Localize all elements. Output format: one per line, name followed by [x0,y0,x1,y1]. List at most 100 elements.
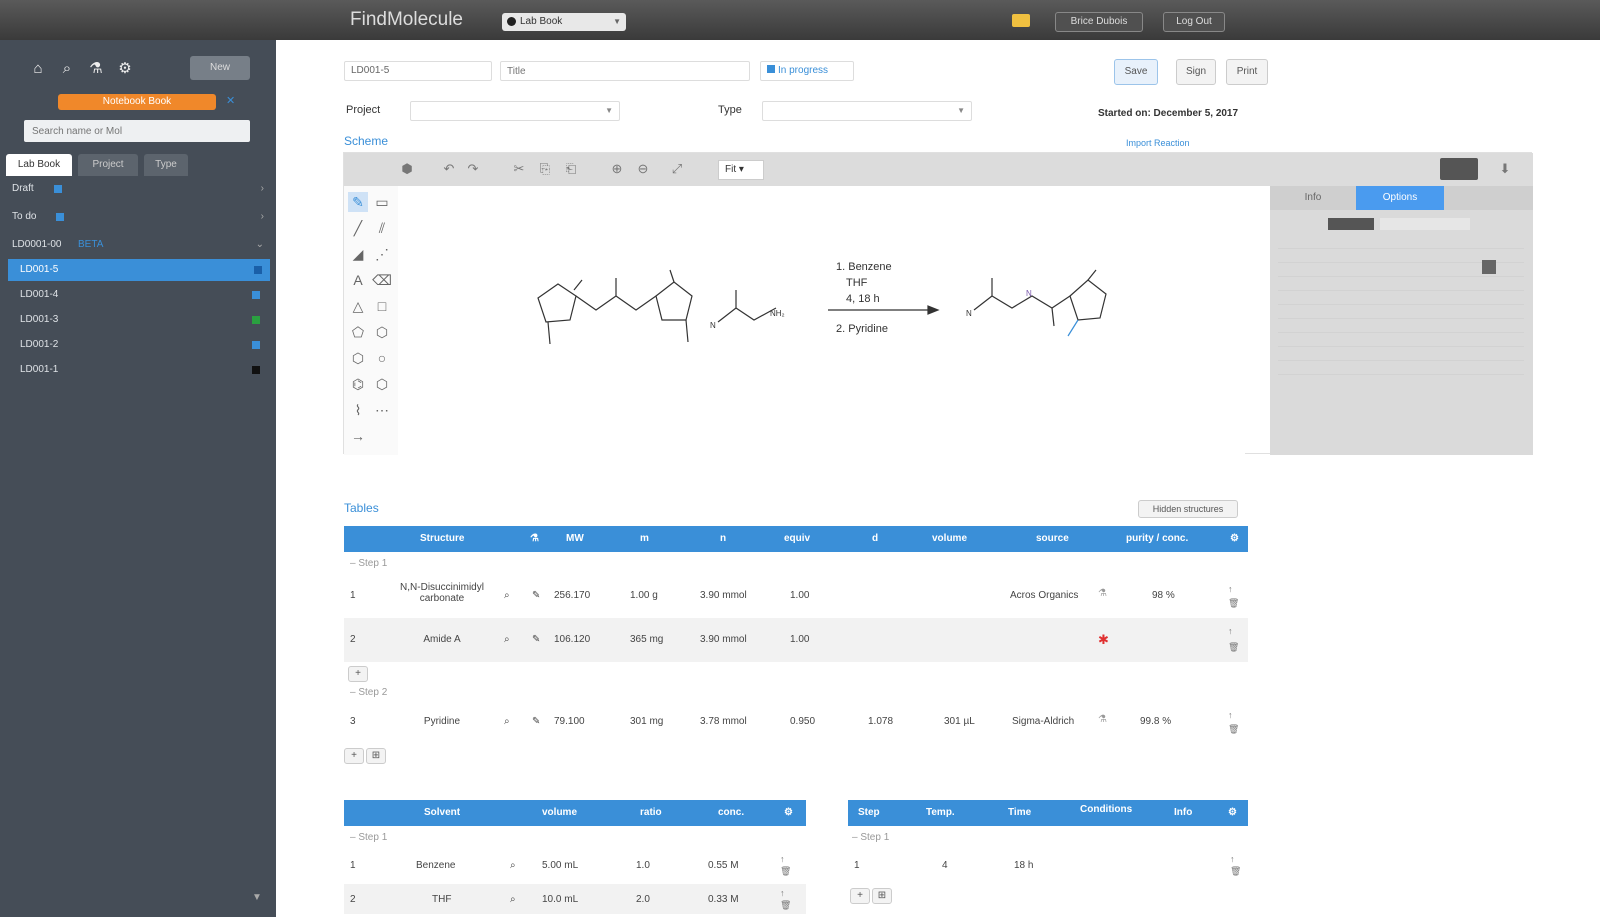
cyclohexane-ring-icon[interactable]: ⬡ [372,374,392,394]
row-up-icon[interactable]: ↑ [780,854,785,864]
row-up-icon[interactable]: ↑ [1228,584,1233,594]
add-row-button[interactable]: + [344,748,364,764]
pentagon-ring-icon[interactable]: ⬠ [348,322,368,342]
reagent-equiv[interactable]: 0.950 [790,716,815,727]
edit-icon[interactable]: ✎ [532,590,540,601]
tab-options[interactable]: Options [1356,186,1444,210]
sidebar-item-ld001-4[interactable]: LD001-4 [0,284,276,306]
table-row[interactable]: 3 Pyridine ⌕ ✎ 79.100 301 mg 3.78 mmol 0… [344,704,1248,740]
row-up-icon[interactable]: ↑ [1230,854,1235,864]
redo-icon[interactable]: ↷ [464,160,482,178]
edit-icon[interactable]: ✎ [532,634,540,645]
reagent-equiv[interactable]: 1.00 [790,590,809,601]
logout-button[interactable]: Log Out [1163,12,1225,32]
reagent-mw[interactable]: 106.120 [554,634,590,645]
undo-icon[interactable]: ↶ [440,160,458,178]
pencil-icon[interactable]: ✎ [348,192,368,212]
reagent-name[interactable]: Amide A [384,634,500,645]
project-select[interactable]: ▼ [410,101,620,121]
table-row[interactable]: 2 THF ⌕ 10.0 mL 2.0 0.33 M ↑ 🗑 [344,884,806,914]
eraser-icon[interactable]: ⌫ [372,270,392,290]
import-reaction-link[interactable]: Import Reaction [1126,138,1190,148]
hidden-structures-toggle[interactable]: Hidden structures [1138,500,1238,518]
octagon-ring-icon[interactable]: ○ [372,348,392,368]
delete-icon[interactable]: 🗑 [1228,724,1239,735]
solvent-name[interactable]: Benzene [416,860,455,871]
reagent-mass[interactable]: 1.00 g [630,590,658,601]
add-group-button[interactable]: ⊞ [366,748,386,764]
solvent-name[interactable]: THF [432,894,451,905]
reagent-moles[interactable]: 3.90 mmol [700,634,747,645]
template-icon[interactable]: ⋯ [372,400,392,420]
chain-icon[interactable]: ⌇ [348,400,368,420]
type-select[interactable]: ▼ [762,101,972,121]
gear-icon[interactable]: ⚙ [116,60,134,78]
close-icon[interactable]: ✕ [226,94,235,107]
bond-single-icon[interactable]: ╱ [348,218,368,238]
zoom-fit-icon[interactable]: ⤢ [664,160,690,178]
arrow-tool-icon[interactable]: → [348,426,368,446]
download-icon[interactable]: ⬇ [1496,160,1514,178]
print-button[interactable]: Print [1226,59,1268,85]
flask-icon[interactable]: ⚗ [1098,714,1107,725]
reagent-source[interactable]: Sigma-Aldrich [1012,716,1074,727]
square-ring-icon[interactable]: □ [372,296,392,316]
warning-icon[interactable]: ✱ [1098,632,1109,648]
search-icon[interactable]: ⌕ [504,716,510,727]
bond-hash-icon[interactable]: ⋰ [372,244,392,264]
edit-icon[interactable]: ✎ [532,716,540,727]
tab-project[interactable]: Project [78,154,138,176]
sidebar-item-todo[interactable]: To do › [0,206,276,228]
sidebar-item-folder[interactable]: LD0001-00 BETA ⌄ [0,234,276,256]
reagent-moles[interactable]: 3.78 mmol [700,716,747,727]
flask-icon[interactable]: ⚗ [1098,588,1107,599]
sketcher-canvas[interactable]: NH₂ N N N 1. Benzene THF 4, 18 h 2. Pyri… [398,186,1245,455]
reagent-name[interactable]: N,N-Disuccinimidyl carbonate [384,582,500,604]
sidebar-item-ld001-3[interactable]: LD001-3 [0,309,276,331]
heptagon-ring-icon[interactable]: ⬡ [348,348,368,368]
reagent-mw[interactable]: 79.100 [554,716,585,727]
delete-icon[interactable]: 🗑 [1228,598,1239,609]
sidebar-item-ld001-2[interactable]: LD001-2 [0,334,276,356]
copy-icon[interactable]: ⎘ [536,160,554,178]
solvent-ratio[interactable]: 1.0 [636,860,650,871]
title-input[interactable] [500,61,750,81]
rectangle-select-icon[interactable]: ▭ [372,192,392,212]
search-icon[interactable]: ⌕ [510,860,516,871]
benzene-ring-icon[interactable]: ⌬ [348,374,368,394]
delete-icon[interactable]: 🗑 [780,900,791,911]
table-row[interactable]: 1 Benzene ⌕ 5.00 mL 1.0 0.55 M ↑ 🗑 [344,848,806,878]
reagent-mass[interactable]: 365 mg [630,634,663,645]
tab-type[interactable]: Type [144,154,188,176]
reagent-name[interactable]: Pyridine [384,716,500,727]
reagent-purity[interactable]: 99.8 % [1140,716,1171,727]
delete-icon[interactable]: 🗑 [780,866,791,877]
table-row[interactable]: 2 Amide A ⌕ ✎ 106.120 365 mg 3.90 mmol 1… [344,618,1248,662]
collapse-icon[interactable]: ▼ [252,892,262,903]
account-button[interactable]: Brice Dubois [1055,12,1143,32]
reagent-mw[interactable]: 256.170 [554,590,590,601]
zoom-select[interactable]: Fit ▾ [718,160,764,180]
status-select[interactable]: In progress [760,61,854,81]
panel-toggle[interactable] [1328,218,1374,230]
triangle-ring-icon[interactable]: △ [348,296,368,316]
reagent-moles[interactable]: 3.90 mmol [700,590,747,601]
message-icon[interactable] [1012,14,1030,27]
sidebar-item-ld001-5[interactable]: LD001-5 [8,259,270,281]
sidebar-item-ld001-1[interactable]: LD001-1 [0,359,276,381]
delete-icon[interactable]: 🗑 [1230,866,1241,877]
tab-lab-book[interactable]: Lab Book [6,154,72,176]
add-group-button[interactable]: ⊞ [872,888,892,904]
gear-icon[interactable]: ⚙ [1228,807,1237,818]
sign-button[interactable]: Sign [1176,59,1216,85]
delete-icon[interactable]: 🗑 [1228,642,1239,653]
row-up-icon[interactable]: ↑ [780,888,785,898]
tab-info[interactable]: Info [1270,186,1356,210]
table-row[interactable]: 1 N,N-Disuccinimidyl carbonate ⌕ ✎ 256.1… [344,578,1248,614]
selected-element[interactable] [1482,260,1496,274]
reagent-source[interactable]: Acros Organics [1010,590,1078,601]
experiment-id-field[interactable]: LD001-5 [344,61,492,81]
reagent-purity[interactable]: 98 % [1152,590,1175,601]
solvent-volume[interactable]: 10.0 mL [542,894,578,905]
search-icon[interactable]: ⌕ [58,60,76,78]
